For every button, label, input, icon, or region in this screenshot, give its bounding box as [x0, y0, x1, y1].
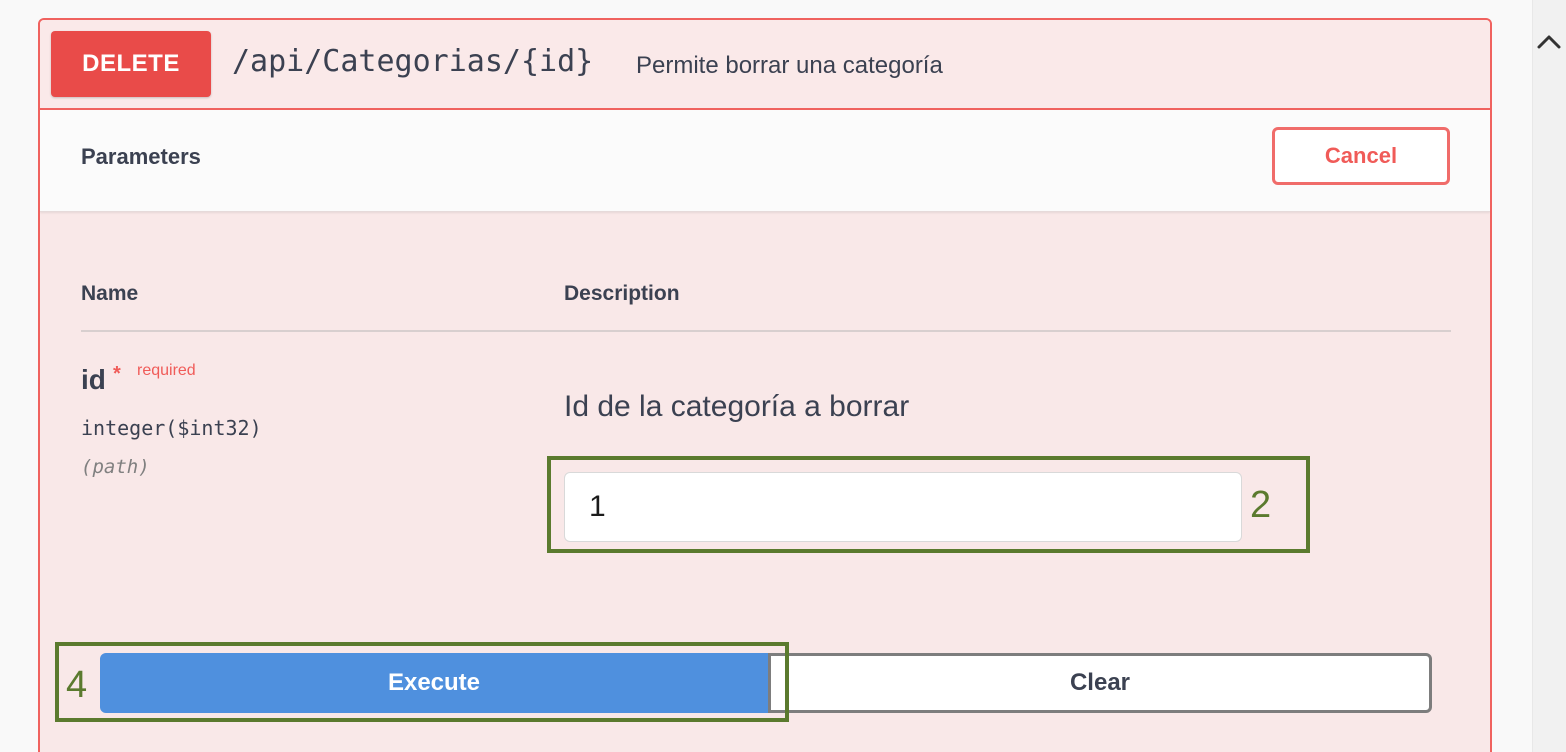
parameters-header: Parameters Cancel: [40, 110, 1490, 212]
table-divider: [81, 330, 1451, 332]
operation-summary-text: Permite borrar una categoría: [636, 52, 943, 79]
required-label: required: [137, 362, 196, 379]
column-header-name: Name: [81, 282, 139, 305]
parameters-title: Parameters: [81, 144, 201, 169]
chevron-up-icon: [1536, 32, 1562, 55]
annotation-box-execute: [55, 642, 789, 722]
parameter-description: Id de la categoría a borrar: [564, 390, 910, 423]
operation-summary[interactable]: DELETE /api/Categorias/{id} Permite borr…: [40, 20, 1490, 110]
scroll-up-button[interactable]: [1533, 28, 1565, 58]
annotation-number-4: 4: [66, 664, 88, 706]
annotation-box-input: [547, 456, 1310, 553]
annotation-number-2: 2: [1250, 484, 1272, 526]
method-badge: DELETE: [51, 31, 211, 97]
scrollbar[interactable]: [1532, 0, 1566, 752]
cancel-button[interactable]: Cancel: [1272, 127, 1450, 185]
clear-button[interactable]: Clear: [768, 653, 1432, 713]
operation-path: /api/Categorias/{id}: [232, 44, 594, 79]
column-header-description: Description: [564, 282, 680, 305]
parameter-type: integer($int32): [81, 416, 262, 440]
required-star: *: [113, 363, 121, 385]
parameter-location: (path): [81, 456, 150, 478]
parameter-name: id: [81, 364, 106, 395]
